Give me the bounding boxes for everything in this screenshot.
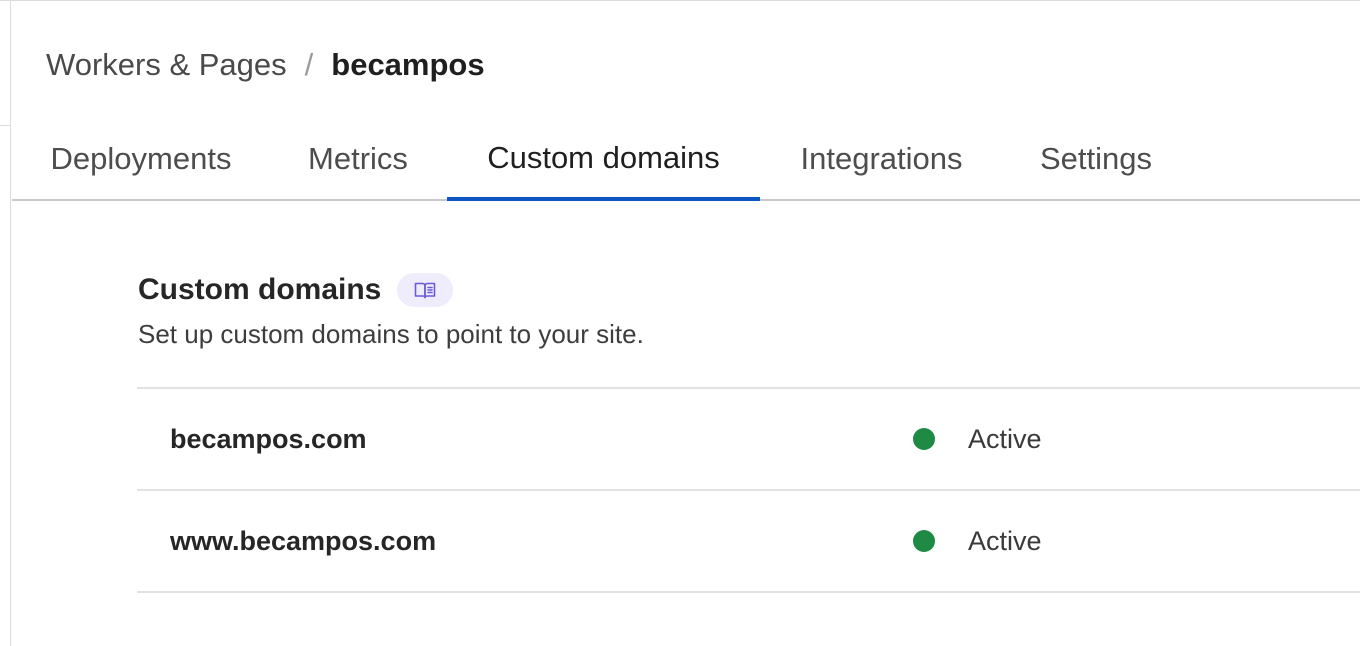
- project-tabs: Deployments Metrics Custom domains Integ…: [12, 119, 1360, 201]
- custom-domain-list: becampos.com Active www.becampos.com Act…: [137, 387, 1360, 593]
- domain-status: Active: [968, 423, 1042, 454]
- domain-name[interactable]: becampos.com: [170, 389, 367, 489]
- breadcrumb-current-project: becampos: [331, 47, 485, 82]
- tab-settings[interactable]: Settings: [1003, 119, 1189, 199]
- domain-row[interactable]: www.becampos.com Active: [137, 491, 1360, 593]
- sidebar-divider: [10, 1, 11, 646]
- tab-deployments[interactable]: Deployments: [12, 119, 270, 199]
- tab-metrics[interactable]: Metrics: [270, 119, 446, 199]
- sidebar-stub-divider: [0, 125, 10, 126]
- tab-integrations[interactable]: Integrations: [760, 119, 1003, 199]
- domain-row[interactable]: becampos.com Active: [137, 389, 1360, 491]
- tab-custom-domains[interactable]: Custom domains: [447, 119, 760, 201]
- book-icon: [415, 282, 436, 299]
- section-description: Set up custom domains to point to your s…: [138, 319, 644, 349]
- page: Workers & Pages / becampos Deployments M…: [0, 0, 1360, 646]
- breadcrumb-separator: /: [304, 47, 314, 82]
- section-header: Custom domains: [138, 269, 454, 311]
- breadcrumb-workers-pages-link[interactable]: Workers & Pages: [46, 47, 287, 83]
- status-dot-icon: [913, 428, 935, 450]
- section-title: Custom domains: [138, 273, 382, 306]
- breadcrumb: Workers & Pages / becampos: [46, 45, 485, 85]
- status-dot-icon: [913, 530, 935, 552]
- docs-link-button[interactable]: [397, 273, 454, 307]
- domain-status: Active: [968, 525, 1042, 556]
- domain-name[interactable]: www.becampos.com: [170, 491, 436, 591]
